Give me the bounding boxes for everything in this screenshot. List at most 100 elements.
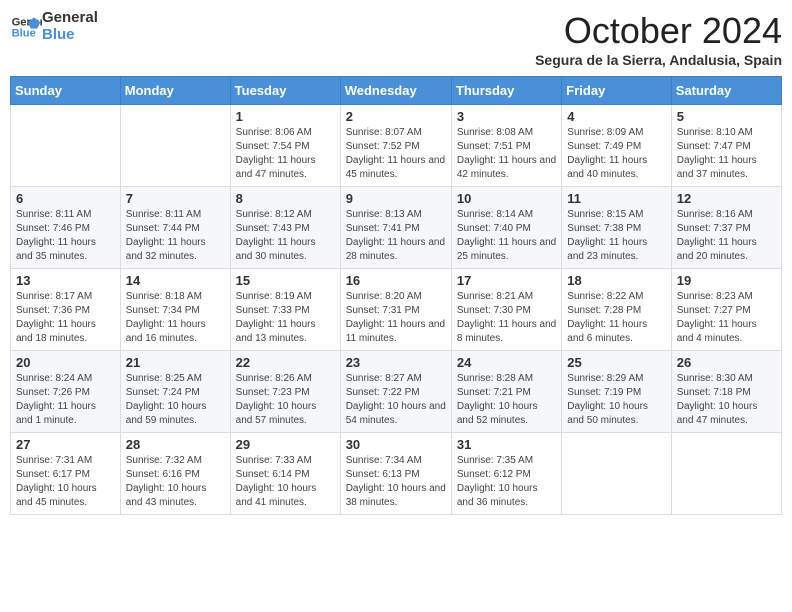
logo-icon: General Blue: [10, 11, 42, 43]
day-number: 23: [346, 355, 446, 370]
day-number: 7: [126, 191, 225, 206]
day-info: Sunrise: 7:31 AM Sunset: 6:17 PM Dayligh…: [16, 454, 115, 510]
logo: General Blue General Blue: [10, 10, 98, 43]
day-info: Sunrise: 8:22 AM Sunset: 7:28 PM Dayligh…: [567, 290, 665, 346]
day-info: Sunrise: 8:24 AM Sunset: 7:26 PM Dayligh…: [16, 372, 115, 428]
calendar-cell: 15 Sunrise: 8:19 AM Sunset: 7:33 PM Dayli…: [230, 269, 340, 351]
header-thursday: Thursday: [451, 77, 561, 105]
calendar-cell: 8 Sunrise: 8:12 AM Sunset: 7:43 PM Daylig…: [230, 187, 340, 269]
logo-line2: Blue: [42, 27, 98, 44]
location-subtitle: Segura de la Sierra, Andalusia, Spain: [535, 52, 782, 68]
day-info: Sunrise: 8:10 AM Sunset: 7:47 PM Dayligh…: [677, 126, 776, 182]
calendar-cell: 4 Sunrise: 8:09 AM Sunset: 7:49 PM Daylig…: [562, 105, 671, 187]
calendar-cell: 21 Sunrise: 8:25 AM Sunset: 7:24 PM Dayli…: [120, 351, 230, 433]
day-info: Sunrise: 8:13 AM Sunset: 7:41 PM Dayligh…: [346, 208, 446, 264]
calendar-cell: 16Sunrise: 8:20 AM Sunset: 7:31 PM Dayli…: [340, 269, 451, 351]
day-number: 11: [567, 191, 665, 206]
day-number: 19: [677, 273, 776, 288]
day-number: 13: [16, 273, 115, 288]
calendar-cell: 29 Sunrise: 7:33 AM Sunset: 6:14 PM Dayli…: [230, 433, 340, 515]
calendar-cell: 28 Sunrise: 7:32 AM Sunset: 6:16 PM Dayli…: [120, 433, 230, 515]
calendar-week-row: 13 Sunrise: 8:17 AM Sunset: 7:36 PM Dayli…: [11, 269, 782, 351]
calendar-cell: [120, 105, 230, 187]
calendar-cell: 26 Sunrise: 8:30 AM Sunset: 7:18 PM Dayli…: [671, 351, 781, 433]
day-info: Sunrise: 8:18 AM Sunset: 7:34 PM Dayligh…: [126, 290, 225, 346]
header-saturday: Saturday: [671, 77, 781, 105]
day-number: 8: [236, 191, 335, 206]
calendar-table: Sunday Monday Tuesday Wednesday Thursday…: [10, 76, 782, 515]
day-number: 4: [567, 109, 665, 124]
day-number: 14: [126, 273, 225, 288]
day-number: 28: [126, 437, 225, 452]
day-number: 25: [567, 355, 665, 370]
calendar-cell: 31 Sunrise: 7:35 AM Sunset: 6:12 PM Dayli…: [451, 433, 561, 515]
day-number: 12: [677, 191, 776, 206]
header-sunday: Sunday: [11, 77, 121, 105]
day-number: 29: [236, 437, 335, 452]
day-number: 31: [457, 437, 556, 452]
day-number: 1: [236, 109, 335, 124]
day-number: 15: [236, 273, 335, 288]
day-number: 18: [567, 273, 665, 288]
day-number: 10: [457, 191, 556, 206]
calendar-cell: 10Sunrise: 8:14 AM Sunset: 7:40 PM Dayli…: [451, 187, 561, 269]
day-number: 21: [126, 355, 225, 370]
svg-text:Blue: Blue: [12, 27, 36, 39]
calendar-cell: 18 Sunrise: 8:22 AM Sunset: 7:28 PM Dayli…: [562, 269, 671, 351]
calendar-cell: 19 Sunrise: 8:23 AM Sunset: 7:27 PM Dayli…: [671, 269, 781, 351]
day-info: Sunrise: 8:17 AM Sunset: 7:36 PM Dayligh…: [16, 290, 115, 346]
header-tuesday: Tuesday: [230, 77, 340, 105]
calendar-cell: 17Sunrise: 8:21 AM Sunset: 7:30 PM Dayli…: [451, 269, 561, 351]
day-info: Sunrise: 8:29 AM Sunset: 7:19 PM Dayligh…: [567, 372, 665, 428]
header-wednesday: Wednesday: [340, 77, 451, 105]
header: General Blue General Blue October 2024 S…: [10, 10, 782, 68]
calendar-cell: 9 Sunrise: 8:13 AM Sunset: 7:41 PM Daylig…: [340, 187, 451, 269]
title-area: October 2024 Segura de la Sierra, Andalu…: [535, 10, 782, 68]
calendar-cell: 20 Sunrise: 8:24 AM Sunset: 7:26 PM Dayli…: [11, 351, 121, 433]
day-number: 26: [677, 355, 776, 370]
calendar-cell: 24 Sunrise: 8:28 AM Sunset: 7:21 PM Dayli…: [451, 351, 561, 433]
day-info: Sunrise: 8:12 AM Sunset: 7:43 PM Dayligh…: [236, 208, 335, 264]
day-number: 27: [16, 437, 115, 452]
day-info: Sunrise: 8:15 AM Sunset: 7:38 PM Dayligh…: [567, 208, 665, 264]
day-info: Sunrise: 8:23 AM Sunset: 7:27 PM Dayligh…: [677, 290, 776, 346]
calendar-cell: 6Sunrise: 8:11 AM Sunset: 7:46 PM Daylig…: [11, 187, 121, 269]
calendar-cell: [671, 433, 781, 515]
day-number: 9: [346, 191, 446, 206]
day-info: Sunrise: 8:21 AM Sunset: 7:30 PM Dayligh…: [457, 290, 556, 346]
day-info: Sunrise: 7:34 AM Sunset: 6:13 PM Dayligh…: [346, 454, 446, 510]
day-number: 22: [236, 355, 335, 370]
day-info: Sunrise: 8:19 AM Sunset: 7:33 PM Dayligh…: [236, 290, 335, 346]
logo-line1: General: [42, 10, 98, 27]
day-info: Sunrise: 8:06 AM Sunset: 7:54 PM Dayligh…: [236, 126, 335, 182]
month-title: October 2024: [535, 10, 782, 52]
day-info: Sunrise: 8:28 AM Sunset: 7:21 PM Dayligh…: [457, 372, 556, 428]
day-info: Sunrise: 7:33 AM Sunset: 6:14 PM Dayligh…: [236, 454, 335, 510]
day-info: Sunrise: 8:20 AM Sunset: 7:31 PM Dayligh…: [346, 290, 446, 346]
header-friday: Friday: [562, 77, 671, 105]
calendar-cell: 2Sunrise: 8:07 AM Sunset: 7:52 PM Daylig…: [340, 105, 451, 187]
day-number: 20: [16, 355, 115, 370]
calendar-cell: [11, 105, 121, 187]
calendar-cell: 3Sunrise: 8:08 AM Sunset: 7:51 PM Daylig…: [451, 105, 561, 187]
day-number: 6: [16, 191, 115, 206]
calendar-cell: 23Sunrise: 8:27 AM Sunset: 7:22 PM Dayli…: [340, 351, 451, 433]
day-info: Sunrise: 7:32 AM Sunset: 6:16 PM Dayligh…: [126, 454, 225, 510]
day-info: Sunrise: 8:30 AM Sunset: 7:18 PM Dayligh…: [677, 372, 776, 428]
day-info: Sunrise: 8:07 AM Sunset: 7:52 PM Dayligh…: [346, 126, 446, 182]
day-info: Sunrise: 8:25 AM Sunset: 7:24 PM Dayligh…: [126, 372, 225, 428]
calendar-cell: 7 Sunrise: 8:11 AM Sunset: 7:44 PM Daylig…: [120, 187, 230, 269]
calendar-cell: 13 Sunrise: 8:17 AM Sunset: 7:36 PM Dayli…: [11, 269, 121, 351]
calendar-cell: 5Sunrise: 8:10 AM Sunset: 7:47 PM Daylig…: [671, 105, 781, 187]
day-number: 24: [457, 355, 556, 370]
day-info: Sunrise: 7:35 AM Sunset: 6:12 PM Dayligh…: [457, 454, 556, 510]
calendar-cell: 27 Sunrise: 7:31 AM Sunset: 6:17 PM Dayli…: [11, 433, 121, 515]
calendar-week-row: 27 Sunrise: 7:31 AM Sunset: 6:17 PM Dayli…: [11, 433, 782, 515]
calendar-cell: 30Sunrise: 7:34 AM Sunset: 6:13 PM Dayli…: [340, 433, 451, 515]
calendar-week-row: 6Sunrise: 8:11 AM Sunset: 7:46 PM Daylig…: [11, 187, 782, 269]
day-info: Sunrise: 8:11 AM Sunset: 7:44 PM Dayligh…: [126, 208, 225, 264]
calendar-cell: 11 Sunrise: 8:15 AM Sunset: 7:38 PM Dayli…: [562, 187, 671, 269]
calendar-week-row: 20 Sunrise: 8:24 AM Sunset: 7:26 PM Dayli…: [11, 351, 782, 433]
calendar-cell: 1 Sunrise: 8:06 AM Sunset: 7:54 PM Daylig…: [230, 105, 340, 187]
day-info: Sunrise: 8:09 AM Sunset: 7:49 PM Dayligh…: [567, 126, 665, 182]
